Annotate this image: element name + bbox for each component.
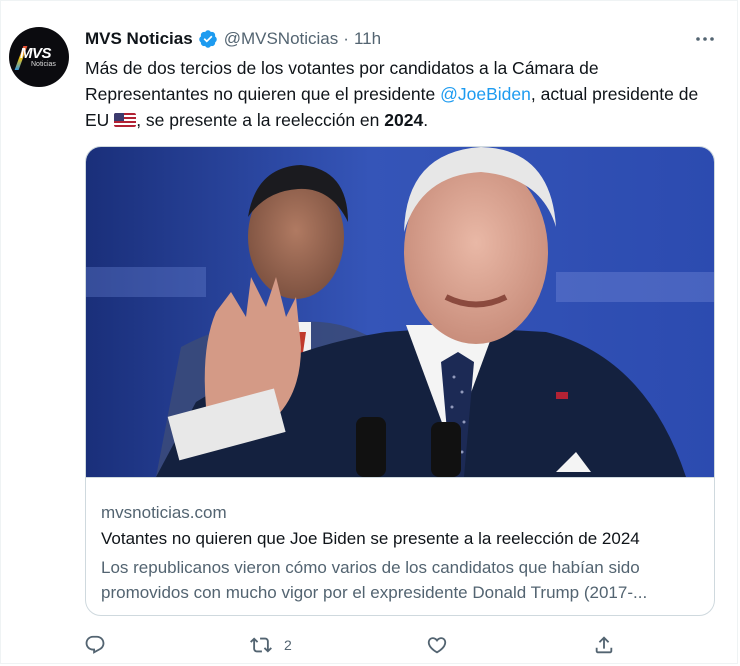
avatar[interactable]: MVS Noticias [9, 27, 69, 87]
timestamp[interactable]: 11h [354, 29, 381, 49]
author-handle[interactable]: @MVSNoticias [224, 29, 339, 49]
more-options-icon[interactable] [693, 27, 717, 51]
separator-dot: · [343, 29, 349, 48]
mention-link[interactable]: @JoeBiden [440, 84, 531, 104]
tweet-text-end: . [423, 110, 429, 130]
retweet-icon [250, 637, 272, 653]
reply-button[interactable] [84, 634, 118, 656]
share-button[interactable] [593, 634, 615, 656]
tweet-text-part-3: , se presente a la reelección en [136, 110, 385, 130]
us-flag-emoji [114, 113, 137, 127]
tweet-text: Más de dos tercios de los votantes por c… [85, 55, 725, 133]
share-icon [595, 636, 613, 654]
card-description: Los republicanos vieron cómo varios de l… [101, 558, 648, 602]
card-domain: mvsnoticias.com [101, 503, 227, 522]
author-name[interactable]: MVS Noticias [85, 29, 193, 49]
like-button[interactable] [426, 634, 460, 656]
retweet-button[interactable]: 2 [250, 634, 292, 656]
tweet-header: MVS Noticias @MVSNoticias · 11h [85, 29, 381, 49]
tweet[interactable]: MVS Noticias MVS Noticias @MVSNoticias ·… [0, 0, 738, 664]
action-bar: 2 [1, 634, 740, 658]
tweet-year: 2024 [384, 110, 424, 130]
link-card[interactable]: mvsnoticias.com Votantes no quieren que … [85, 146, 715, 616]
avatar-logo-text: MVS [20, 45, 52, 62]
retweet-count: 2 [284, 637, 292, 653]
verified-badge-icon [198, 30, 217, 48]
reply-icon [85, 635, 105, 654]
avatar-logo-subtext: Noticias [31, 61, 56, 68]
card-body[interactable]: mvsnoticias.com Votantes no quieren que … [86, 477, 714, 602]
card-title: Votantes no quieren que Joe Biden se pre… [101, 529, 640, 548]
card-image[interactable] [86, 147, 715, 477]
like-icon [427, 637, 447, 654]
